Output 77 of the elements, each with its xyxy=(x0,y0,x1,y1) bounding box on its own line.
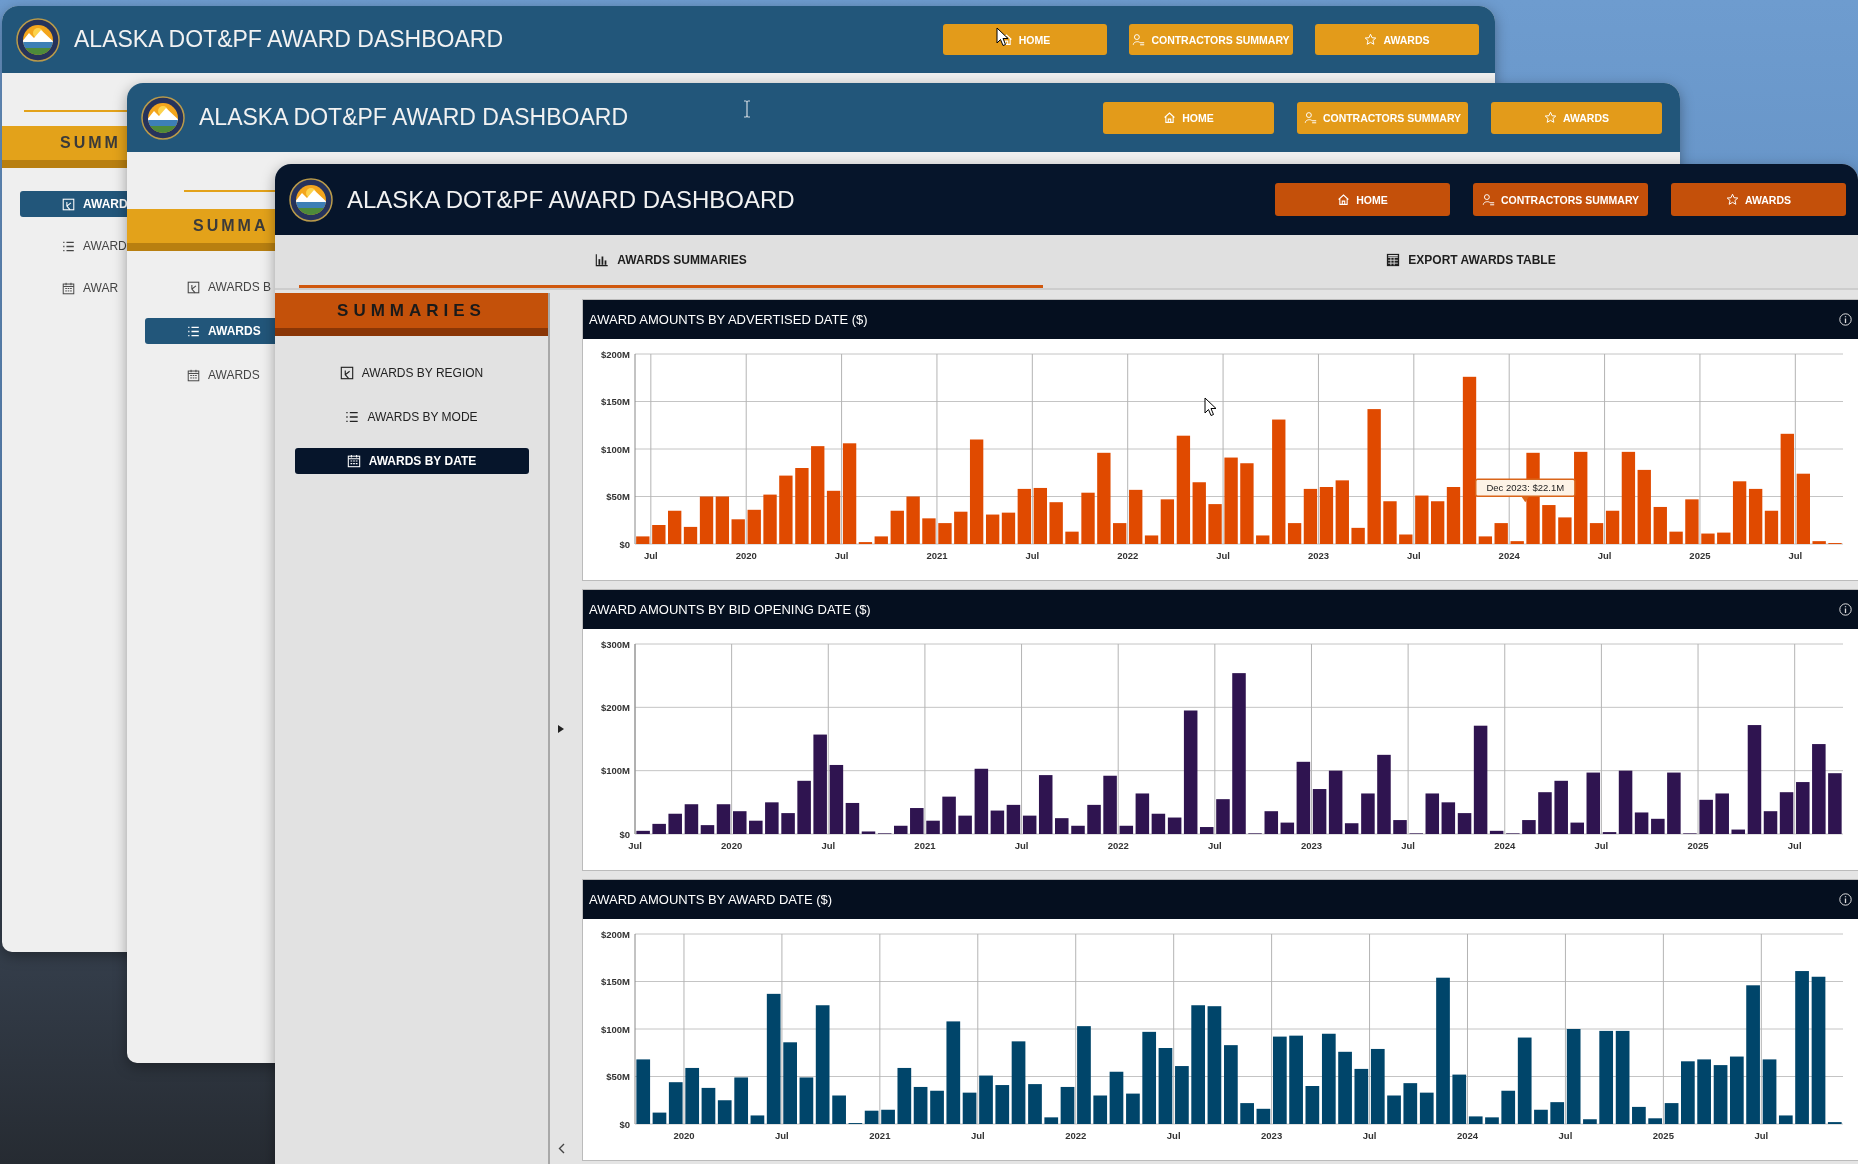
app-title: ALASKA DOT&PF AWARD DASHBOARD xyxy=(74,26,503,53)
axis-label: $200M xyxy=(600,348,630,360)
axis-label: 2022 xyxy=(1117,550,1139,561)
axis-label: 2024 xyxy=(1456,1130,1479,1141)
sidebar-item[interactable]: AWARD xyxy=(2,233,127,259)
axis-label: Jul xyxy=(1216,550,1230,561)
sidebar-item[interactable]: AWARDS BY DATE xyxy=(294,448,529,474)
axis-label: Jul xyxy=(834,550,849,561)
chart-title: AWARD AMOUNTS BY AWARD DATE ($) xyxy=(589,892,833,907)
axis-label: $0 xyxy=(619,1118,630,1130)
sidebar-item[interactable]: AWARDS xyxy=(145,318,275,344)
axis-label: Jul xyxy=(1754,1130,1769,1141)
axis-label: 2021 xyxy=(869,1130,891,1141)
nav-button[interactable]: CONTRACTORS SUMMARY xyxy=(1473,183,1648,216)
axis-label: 2020 xyxy=(735,550,757,561)
axis-label: Jul xyxy=(1594,840,1609,851)
axis-label: 2025 xyxy=(1687,840,1709,851)
sidebar-item[interactable]: AWARDS B xyxy=(127,274,275,300)
sidebar-heading: SUMMARIES xyxy=(275,293,548,336)
axis-label: $150M xyxy=(600,396,630,407)
axis-label: Jul xyxy=(775,1130,789,1141)
axis-label: Jul xyxy=(1362,1130,1377,1141)
axis-label: 2023 xyxy=(1307,550,1329,561)
axis-label: 2025 xyxy=(1652,1130,1674,1141)
axis-label: Jul xyxy=(1025,550,1040,561)
axis-label: $100M xyxy=(600,765,630,777)
axis-label: Jul xyxy=(970,1130,985,1141)
axis-label: $150M xyxy=(600,976,630,987)
axis-label: $0 xyxy=(619,828,630,840)
axis-label: $100M xyxy=(600,1023,630,1035)
sidebar-item[interactable]: AWARD xyxy=(20,191,127,217)
axis-label: 2022 xyxy=(1065,1130,1087,1141)
axis-label: Jul xyxy=(628,840,642,851)
chart-title: AWARD AMOUNTS BY ADVERTISED DATE ($) xyxy=(589,312,868,327)
sidebar-heading: SUMMA xyxy=(127,209,275,251)
axis-label: $50M xyxy=(606,1071,630,1082)
axis-label: 2020 xyxy=(721,840,743,851)
axis-label: 2021 xyxy=(914,840,936,851)
axis-label: Jul xyxy=(1788,550,1803,561)
axis-label: 2025 xyxy=(1689,550,1711,561)
chart-title: AWARD AMOUNTS BY BID OPENING DATE ($) xyxy=(589,602,871,617)
axis-label: 2020 xyxy=(673,1130,695,1141)
axis-label: 2024 xyxy=(1498,550,1520,561)
axis-label: $50M xyxy=(606,491,630,502)
sidebar-heading: SUMM xyxy=(2,126,127,168)
axis-label: Jul xyxy=(1406,550,1421,561)
axis-label: Jul xyxy=(1014,840,1029,851)
nav-button[interactable]: HOME xyxy=(1275,183,1450,216)
axis-label: $200M xyxy=(600,928,630,940)
tooltip: Dec 2023: $22.1M xyxy=(1474,478,1576,503)
axis-label: 2022 xyxy=(1107,840,1129,851)
axis-label: Jul xyxy=(1166,1130,1181,1141)
axis-label: 2023 xyxy=(1261,1130,1283,1141)
app-title: ALASKA DOT&PF AWARD DASHBOARD xyxy=(199,104,628,131)
app-title: ALASKA DOT&PF AWARD DASHBOARD xyxy=(347,185,795,214)
sidebar-item[interactable]: AWARDS BY MODE xyxy=(294,404,529,430)
axis-label: $200M xyxy=(600,701,630,713)
axis-label: $0 xyxy=(619,538,630,550)
axis-label: Jul xyxy=(1558,1130,1573,1141)
tab[interactable]: AWARDS SUMMARIES xyxy=(299,235,1043,288)
axis-label: Jul xyxy=(1207,840,1222,851)
axis-label: Jul xyxy=(1401,840,1415,851)
axis-label: Jul xyxy=(1597,550,1612,561)
annotation: Dec 2023: $22.1M xyxy=(1486,482,1565,494)
axis-label: $300M xyxy=(600,638,630,650)
axis-label: 2024 xyxy=(1494,840,1516,851)
axis-label: Jul xyxy=(821,840,836,851)
axis-label: 2023 xyxy=(1300,840,1323,851)
nav-button[interactable]: AWARDS xyxy=(1671,183,1846,216)
axis-label: Jul xyxy=(1787,840,1802,851)
sidebar-item[interactable]: AWAR xyxy=(2,275,127,301)
sidebar-item[interactable]: AWARDS BY REGION xyxy=(294,360,529,386)
axis-label: 2021 xyxy=(926,550,948,561)
tab[interactable]: EXPORT AWARDS TABLE xyxy=(1099,235,1843,288)
axis-label: Jul xyxy=(643,550,658,561)
axis-label: $100M xyxy=(600,443,630,455)
sidebar-item[interactable]: AWARDS xyxy=(127,362,275,388)
